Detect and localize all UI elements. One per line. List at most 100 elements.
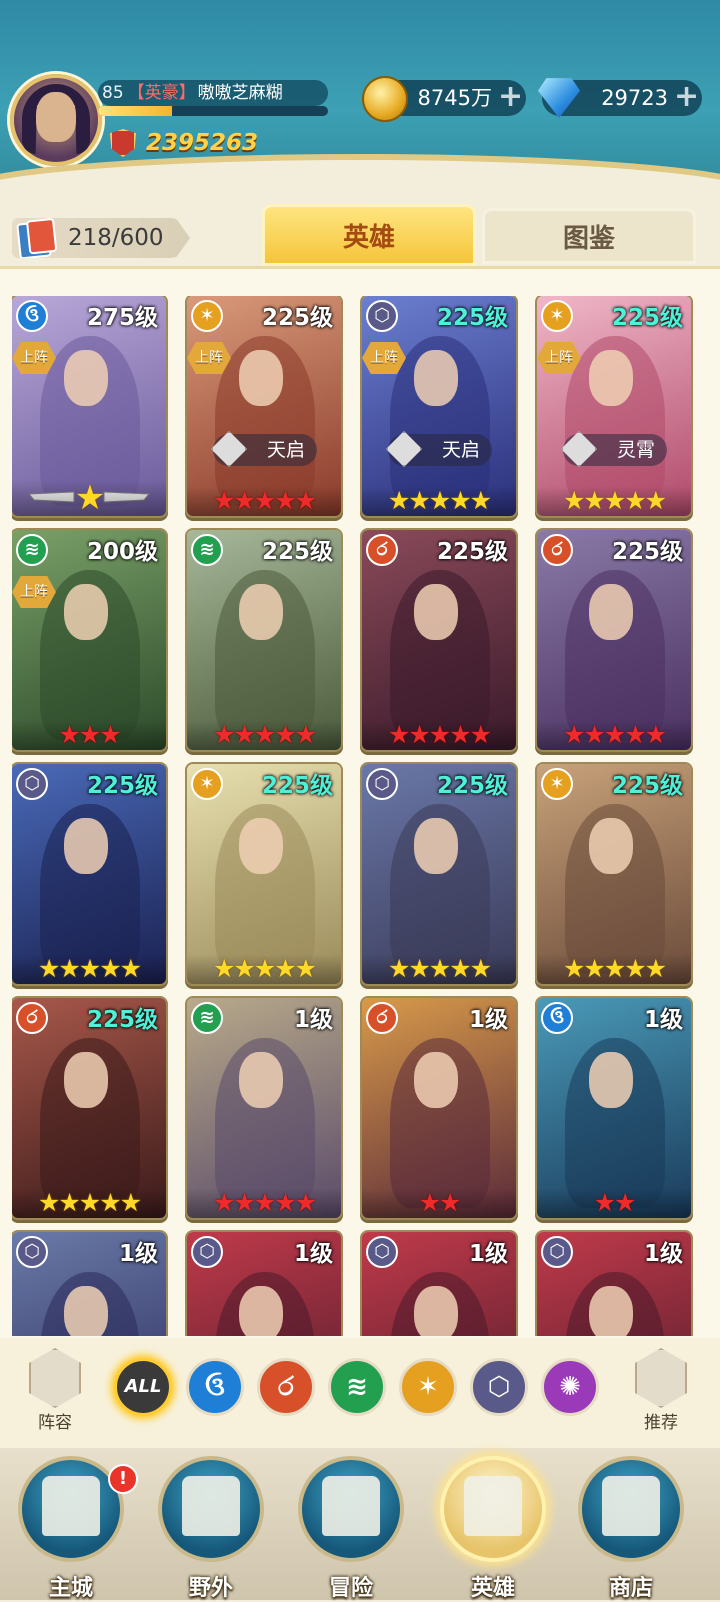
- filter-light-icon[interactable]: ✶: [399, 1358, 457, 1416]
- tab-heroes[interactable]: 英雄: [262, 204, 476, 266]
- player-title-tag: 【英豪】: [127, 83, 196, 103]
- hero-face: [239, 818, 283, 874]
- nav-button[interactable]: !: [18, 1456, 138, 1562]
- hero-card[interactable]: ⬡ 1级: [362, 1232, 516, 1336]
- tab-codex[interactable]: 图鉴: [482, 208, 696, 264]
- nav-icon: [322, 1476, 380, 1536]
- filter-water-icon[interactable]: ઉ: [186, 1358, 244, 1416]
- nav-button[interactable]: [440, 1456, 546, 1562]
- hero-card[interactable]: ઉ 275级 上阵 ★: [12, 296, 166, 516]
- recommend-button[interactable]: 推荐: [626, 1348, 696, 1433]
- filter-all[interactable]: ALL: [114, 1358, 172, 1416]
- hero-level: 225级: [261, 539, 333, 565]
- star-rating: ★★★★★: [187, 720, 341, 750]
- player-avatar[interactable]: [10, 74, 102, 166]
- hero-card[interactable]: ⬡ 225级 上阵 天启 ★★★★★: [362, 296, 516, 516]
- hero-face: [414, 350, 458, 406]
- xp-bar: [98, 106, 328, 116]
- hero-card[interactable]: ⬡ 1级: [12, 1232, 166, 1336]
- lineup-button[interactable]: 阵容: [20, 1348, 90, 1433]
- hero-card[interactable]: ⬡ 225级 ★★★★★: [12, 764, 166, 984]
- dark-element-icon: ⬡: [366, 1236, 398, 1268]
- lineup-icon: [29, 1348, 81, 1408]
- hero-face: [64, 818, 108, 874]
- hero-face: [589, 350, 633, 406]
- add-coins-button[interactable]: +: [498, 82, 523, 112]
- light-element-icon: ✶: [191, 768, 223, 800]
- star-rating: ★: [12, 480, 166, 516]
- alert-badge: !: [108, 1464, 138, 1494]
- nav-label: 英雄: [470, 1576, 515, 1601]
- nav-button[interactable]: [298, 1456, 404, 1562]
- filter-dark-icon[interactable]: ⬡: [470, 1358, 528, 1416]
- star-rating: ★★★★★: [362, 720, 516, 750]
- hero-level: 1级: [118, 1241, 158, 1267]
- player-info: 85 【英豪】 嗷嗷芝麻糊: [98, 80, 328, 106]
- wind-element-icon: ≋: [191, 1002, 223, 1034]
- hero-face: [414, 1052, 458, 1108]
- add-gems-button[interactable]: +: [674, 82, 699, 112]
- hero-level: 1级: [643, 1007, 683, 1033]
- hero-card[interactable]: ර 225级 ★★★★★: [362, 530, 516, 750]
- hero-face: [239, 350, 283, 406]
- dark-element-icon: ⬡: [191, 1236, 223, 1268]
- hero-face: [589, 1286, 633, 1336]
- nav-button[interactable]: [158, 1456, 264, 1562]
- hero-card[interactable]: ≋ 1级 ★★★★★: [187, 998, 341, 1218]
- light-element-icon: ✶: [541, 300, 573, 332]
- deployed-badge: 上阵: [12, 342, 56, 374]
- hero-card[interactable]: ර 1级 ★★: [362, 998, 516, 1218]
- hero-level: 225级: [611, 773, 683, 799]
- hero-card[interactable]: ⬡ 225级 ★★★★★: [362, 764, 516, 984]
- filter-wind-icon[interactable]: ≋: [328, 1358, 386, 1416]
- hero-level: 1级: [468, 1007, 508, 1033]
- filter-fire-icon[interactable]: ර: [257, 1358, 315, 1416]
- hero-face: [589, 1052, 633, 1108]
- hero-card[interactable]: ර 225级 ★★★★★: [12, 998, 166, 1218]
- hero-face: [239, 1052, 283, 1108]
- nav-icon: [182, 1476, 240, 1536]
- nav-icon: [602, 1476, 660, 1536]
- hero-card[interactable]: ≋ 225级 ★★★★★: [187, 530, 341, 750]
- fire-element-icon: ර: [366, 534, 398, 566]
- star-rating: ★★: [362, 1188, 516, 1218]
- hero-card[interactable]: ⬡ 1级: [537, 1232, 691, 1336]
- hero-card[interactable]: ✶ 225级 ★★★★★: [187, 764, 341, 984]
- nav-icon: [464, 1476, 522, 1536]
- hero-face: [64, 1052, 108, 1108]
- filter-chaos-icon[interactable]: ✺: [541, 1358, 599, 1416]
- fire-element-icon: ර: [16, 1002, 48, 1034]
- coin-icon: [362, 76, 408, 122]
- hero-card[interactable]: ≋ 200级 上阵 ★★★: [12, 530, 166, 750]
- light-element-icon: ✶: [541, 768, 573, 800]
- hero-face: [64, 1286, 108, 1336]
- hero-card[interactable]: ઉ 1级 ★★: [537, 998, 691, 1218]
- power-shield-icon: [110, 129, 136, 157]
- hero-face: [239, 584, 283, 640]
- hero-face: [589, 818, 633, 874]
- hero-grid: ઉ 275级 上阵 ★ ✶ 225级 上阵 天启 ★★★★★ ⬡ 225级 上阵 天启 ★★★★★ ✶ 225…: [12, 296, 712, 1336]
- star-rating: ★★★★★: [12, 1188, 166, 1218]
- hero-card[interactable]: ✶ 225级 上阵 天启 ★★★★★: [187, 296, 341, 516]
- deployed-badge: 上阵: [537, 342, 581, 374]
- nav-icon: [42, 1476, 100, 1536]
- bottom-nav: ! 主城 野外 冒险 英雄 商店: [0, 1448, 720, 1601]
- dark-element-icon: ⬡: [16, 768, 48, 800]
- light-element-icon: ✶: [191, 300, 223, 332]
- hero-count: 218/600: [12, 218, 190, 258]
- nav-label: 野外: [188, 1576, 233, 1601]
- gem-counter: 29723 +: [538, 78, 702, 118]
- star-rating: ★★★★★: [537, 486, 691, 516]
- xp-bar-fill: [98, 106, 172, 116]
- water-element-icon: ઉ: [541, 1002, 573, 1034]
- hero-card[interactable]: ✶ 225级 上阵 灵霄 ★★★★★: [537, 296, 691, 516]
- hero-card[interactable]: ⬡ 1级: [187, 1232, 341, 1336]
- hero-level: 225级: [436, 305, 508, 331]
- dark-element-icon: ⬡: [366, 300, 398, 332]
- star-rating: ★★★★★: [537, 720, 691, 750]
- dark-element-icon: ⬡: [366, 768, 398, 800]
- hero-card[interactable]: ර 225级 ★★★★★: [537, 530, 691, 750]
- nav-button[interactable]: [578, 1456, 684, 1562]
- star-rating: ★★: [537, 1188, 691, 1218]
- hero-card[interactable]: ✶ 225级 ★★★★★: [537, 764, 691, 984]
